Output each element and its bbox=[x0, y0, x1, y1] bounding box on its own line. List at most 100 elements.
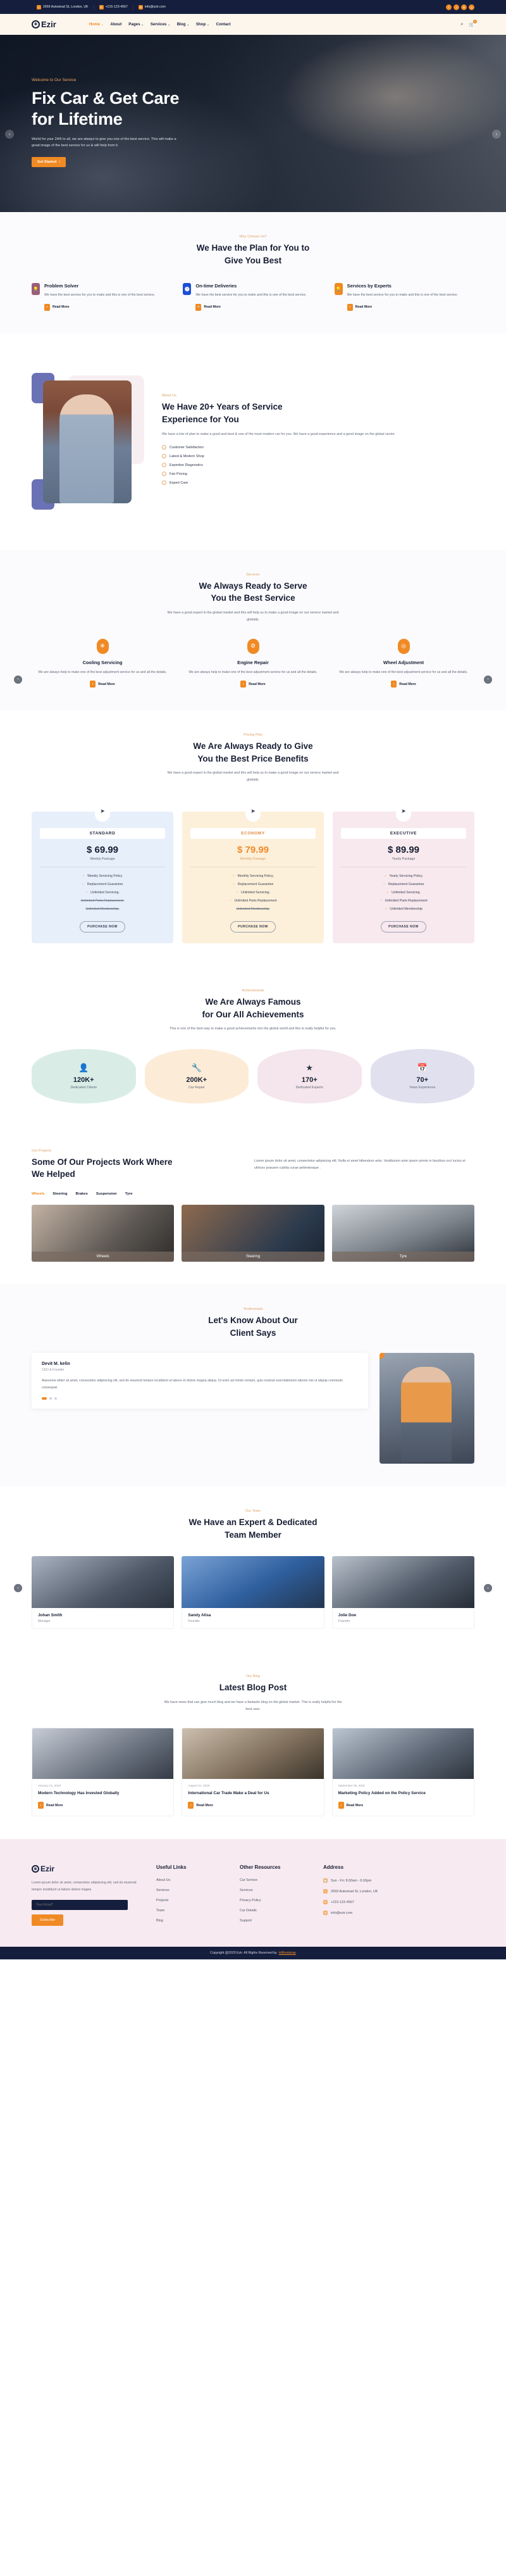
team-title: We Have an Expert & Dedicated Team Membe… bbox=[32, 1516, 474, 1541]
clock-icon: 🕐 bbox=[323, 1878, 328, 1883]
nav-item-home[interactable]: Home ⌄ bbox=[89, 22, 104, 27]
why-card-text: We have the best service for you to make… bbox=[44, 293, 156, 298]
team-next-button[interactable]: › bbox=[484, 1584, 492, 1593]
phone-icon: ✆ bbox=[99, 4, 104, 9]
get-started-button[interactable]: Get Started › bbox=[32, 156, 66, 167]
footer-link[interactable]: Car Service bbox=[240, 1878, 309, 1882]
team-member-card[interactable]: Jolie Doe Founder bbox=[331, 1556, 474, 1630]
service-card[interactable]: ❄ Cooling Servicing We are always help t… bbox=[32, 638, 173, 688]
blog-post-card[interactable]: September 05, 2020 Marketing Policy Adde… bbox=[331, 1728, 474, 1817]
footer-link[interactable]: Projects bbox=[156, 1899, 226, 1902]
services-next-button[interactable]: › bbox=[484, 675, 492, 684]
read-more-button[interactable]: › Read More bbox=[338, 1802, 468, 1809]
read-more-button[interactable]: › Read More bbox=[188, 1802, 318, 1809]
why-card[interactable]: 🕐 On-time Deliveries We have the best se… bbox=[183, 283, 323, 311]
client-photo: ❝ bbox=[379, 1353, 474, 1464]
credit-link[interactable]: HiBootstrap bbox=[279, 1951, 296, 1955]
facebook-icon[interactable]: f bbox=[446, 4, 452, 10]
plan-feature-label: Unlimited Parts Replacement. bbox=[80, 898, 125, 903]
project-item[interactable]: Tyre bbox=[331, 1205, 474, 1262]
team-section: Our Team We Have an Expert & Dedicated T… bbox=[0, 1486, 506, 1652]
team-member-card[interactable]: Sandy Alisa Founder bbox=[182, 1556, 324, 1630]
address-email[interactable]: ✉ info@ezir.com bbox=[323, 1911, 393, 1916]
footer-link[interactable]: Services bbox=[240, 1888, 309, 1892]
footer-link[interactable]: About Us bbox=[156, 1878, 226, 1882]
why-choose-section: Why Choose Us? We Have the Plan for You … bbox=[0, 212, 506, 334]
footer-link[interactable]: Support bbox=[240, 1919, 309, 1923]
purchase-button[interactable]: PURCHASE NOW bbox=[230, 920, 276, 933]
why-card[interactable]: 💡 Problem Solver We have the best servic… bbox=[32, 283, 171, 311]
project-caption: Wheels bbox=[32, 1252, 175, 1262]
read-more-button[interactable]: › Read More bbox=[38, 1802, 168, 1809]
team-prev-button[interactable]: ‹ bbox=[14, 1584, 22, 1593]
footer-useful-links: Useful Links About Us Services Projects … bbox=[156, 1864, 226, 1929]
footer-link[interactable]: Team bbox=[156, 1909, 226, 1913]
carousel-dot[interactable] bbox=[54, 1397, 57, 1400]
footer-link[interactable]: Privacy Policy bbox=[240, 1899, 309, 1902]
read-more-label: Read More bbox=[346, 1803, 364, 1807]
carousel-dot[interactable] bbox=[49, 1397, 52, 1400]
read-more-button[interactable]: › Read More bbox=[32, 681, 173, 688]
read-more-button[interactable]: + Read More bbox=[195, 303, 306, 311]
nav-item-services[interactable]: Services ⌄ bbox=[151, 22, 170, 27]
about-feature-list: ✓ Customer Satisfaction ✓ Latest & Modern … bbox=[162, 445, 474, 486]
why-card[interactable]: 💡 Services by Experts We have the best s… bbox=[334, 283, 474, 311]
nav-item-about[interactable]: About bbox=[110, 22, 121, 27]
hero-next-button[interactable]: › bbox=[492, 130, 501, 139]
member-photo bbox=[331, 1556, 474, 1609]
footer-link[interactable]: Blog bbox=[156, 1919, 226, 1923]
service-card[interactable]: ◎ Wheel Adjustment We are always help to… bbox=[333, 638, 474, 688]
nav-item-blog[interactable]: Blog ⌄ bbox=[177, 22, 189, 27]
about-tag: About Us bbox=[162, 394, 177, 398]
services-prev-button[interactable]: ‹ bbox=[14, 675, 22, 684]
footer-logo[interactable]: ✻ Ezir bbox=[32, 1864, 142, 1873]
search-icon[interactable]: ⌕ bbox=[460, 22, 463, 27]
purchase-button[interactable]: PURCHASE NOW bbox=[80, 920, 125, 933]
topbar-email[interactable]: ✉ info@ezir.com bbox=[133, 4, 171, 9]
project-item[interactable]: Steering bbox=[182, 1205, 324, 1262]
nav-item-pages[interactable]: Pages ⌄ bbox=[128, 22, 144, 27]
carousel-dot-active[interactable] bbox=[42, 1397, 47, 1400]
services-paragraph: We have a good expert in the global mark… bbox=[167, 610, 339, 622]
plan-feature: ✓ Monthly Servicing Policy. bbox=[190, 874, 316, 878]
address-phone[interactable]: ✆ +215-123-4567 bbox=[323, 1900, 393, 1905]
team-member-card[interactable]: Johan Smith Manager bbox=[32, 1556, 175, 1630]
blog-post-card[interactable]: August 01, 2020 International Car Trade … bbox=[182, 1728, 324, 1817]
topbar-phone[interactable]: ✆ +215-123-4567 bbox=[94, 4, 133, 9]
tab-tyre[interactable]: Tyre bbox=[125, 1192, 133, 1196]
brand-logo[interactable]: ✻ Ezir bbox=[32, 20, 56, 29]
purchase-button[interactable]: PURCHASE NOW bbox=[381, 920, 426, 933]
email-field[interactable] bbox=[32, 1899, 128, 1910]
address-text: Sun - Fri: 8.00am - 6.00pm bbox=[331, 1878, 372, 1883]
nav-item-shop[interactable]: Shop ⌄ bbox=[196, 22, 209, 27]
footer-brand-name: Ezir bbox=[40, 1864, 55, 1874]
service-card[interactable]: ⚙ Engine Repair We are always help to ma… bbox=[182, 638, 324, 688]
footer-link[interactable]: Car Details bbox=[240, 1909, 309, 1913]
project-item[interactable]: Wheels bbox=[32, 1205, 175, 1262]
read-more-button[interactable]: › Read More bbox=[347, 303, 458, 311]
tab-brakes[interactable]: Brakes bbox=[76, 1192, 88, 1196]
blog-post-card[interactable]: January 01, 2020 Modern Technology Has I… bbox=[32, 1728, 175, 1817]
read-more-button[interactable]: › Read More bbox=[44, 303, 155, 311]
subscribe-button[interactable]: Subscribe bbox=[32, 1914, 63, 1926]
read-more-button[interactable]: › Read More bbox=[333, 681, 474, 688]
hero-prev-button[interactable]: ‹ bbox=[5, 130, 14, 139]
read-more-button[interactable]: › Read More bbox=[182, 681, 324, 688]
footer-link[interactable]: Services bbox=[156, 1888, 226, 1892]
team-tag: Our Team bbox=[245, 1509, 261, 1514]
nav-label: About bbox=[110, 22, 122, 27]
arrow-right-icon: › bbox=[90, 681, 96, 688]
plan-price: $ 79.99 bbox=[237, 844, 269, 855]
linkedin-icon[interactable]: in bbox=[461, 4, 467, 10]
person-figure bbox=[401, 1367, 452, 1462]
feature-label: Latest & Modern Shop bbox=[170, 454, 204, 458]
tab-steering[interactable]: Steering bbox=[52, 1192, 67, 1196]
nav-item-contact[interactable]: Contact bbox=[216, 22, 231, 27]
twitter-icon[interactable]: t bbox=[454, 4, 459, 10]
address-text: +215-123-4567 bbox=[331, 1900, 354, 1904]
google-icon[interactable]: g bbox=[469, 4, 474, 10]
tab-suspension[interactable]: Suspension bbox=[96, 1192, 117, 1196]
tab-wheels[interactable]: Wheels bbox=[32, 1192, 44, 1196]
cart-icon[interactable]: 🛒 0 bbox=[469, 19, 477, 27]
testimonial-pagination[interactable] bbox=[42, 1397, 358, 1400]
